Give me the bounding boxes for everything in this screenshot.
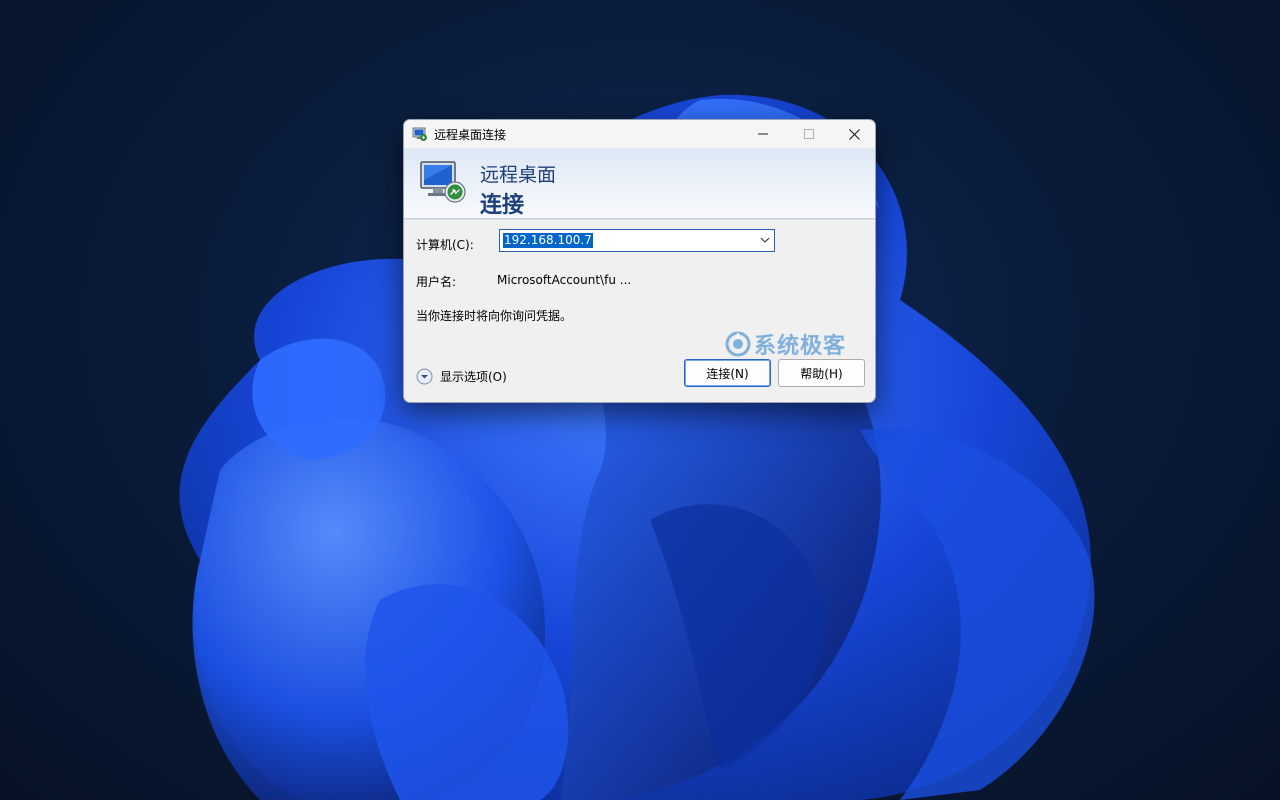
title-bar[interactable]: 远程桌面连接 bbox=[404, 120, 875, 148]
header-banner: 远程桌面 连接 bbox=[404, 148, 875, 219]
banner-title: 连接 bbox=[480, 193, 525, 218]
close-icon bbox=[848, 128, 860, 140]
minimize-button[interactable] bbox=[740, 120, 786, 148]
computer-label: 计算机(C): bbox=[416, 238, 474, 252]
username-label: 用户名: bbox=[416, 275, 457, 289]
chevron-down-icon[interactable] bbox=[760, 236, 770, 244]
minimize-icon bbox=[758, 133, 768, 135]
username-value: MicrosoftAccount\fu ... bbox=[497, 273, 632, 287]
watermark-logo-icon bbox=[725, 331, 751, 357]
watermark: 系统极客 bbox=[725, 328, 846, 360]
maximize-button[interactable] bbox=[786, 120, 832, 148]
show-options-toggle[interactable]: 显示选项(O) bbox=[416, 368, 507, 385]
show-options-label[interactable]: 显示选项(O) bbox=[440, 368, 507, 385]
monitor-remote-icon bbox=[420, 161, 466, 203]
maximize-icon bbox=[804, 129, 814, 139]
close-button[interactable] bbox=[831, 120, 875, 148]
connect-button[interactable]: 连接(N) bbox=[684, 359, 771, 387]
remote-desktop-dialog: 远程桌面连接 远程桌面 连接 计算机(C): 192.168.100.7 用户名… bbox=[403, 119, 876, 403]
computer-combobox[interactable]: 192.168.100.7 bbox=[499, 229, 775, 252]
watermark-text: 系统极客 bbox=[754, 334, 847, 359]
banner-subtitle: 远程桌面 bbox=[480, 164, 557, 186]
remote-desktop-icon bbox=[412, 127, 427, 141]
window-title: 远程桌面连接 bbox=[434, 128, 507, 142]
help-button[interactable]: 帮助(H) bbox=[778, 359, 865, 387]
computer-input-value[interactable]: 192.168.100.7 bbox=[503, 233, 593, 248]
credential-info-text: 当你连接时将向你询问凭据。 bbox=[416, 309, 573, 323]
banner-divider bbox=[404, 219, 875, 221]
expand-chevron-icon bbox=[416, 368, 433, 385]
